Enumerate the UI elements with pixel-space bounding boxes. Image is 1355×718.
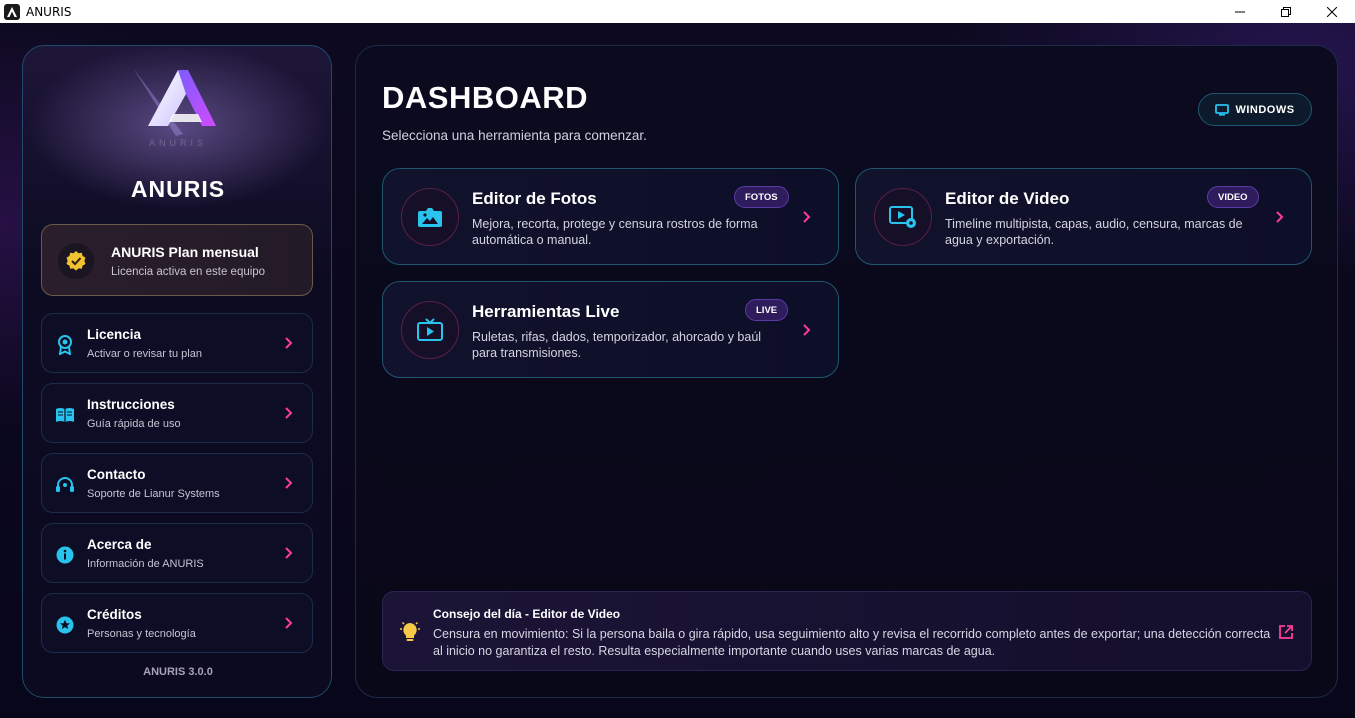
chevron-right-icon	[803, 324, 811, 336]
headset-icon	[55, 475, 75, 495]
live-tv-icon	[401, 301, 459, 359]
page-title: DASHBOARD	[382, 80, 588, 115]
maximize-button[interactable]	[1263, 0, 1309, 23]
book-icon	[55, 405, 75, 425]
info-icon	[55, 545, 75, 565]
anuris-logo: ANURIS	[128, 64, 228, 154]
plan-subtitle: Licencia activa en este equipo	[111, 266, 266, 278]
main-panel: DASHBOARD Selecciona una herramienta par…	[355, 45, 1338, 698]
plan-title: ANURIS Plan mensual	[111, 244, 259, 260]
image-icon	[401, 188, 459, 246]
platform-button[interactable]: WINDOWS	[1198, 93, 1312, 126]
sidebar-item-instrucciones[interactable]: Instrucciones Guía rápida de uso	[41, 383, 313, 443]
tip-title: Consejo del día - Editor de Video	[433, 607, 621, 621]
page-subtitle: Selecciona una herramienta para comenzar…	[382, 128, 647, 143]
brand-name: ANURIS	[130, 176, 226, 202]
monitor-icon	[1215, 103, 1230, 116]
version-label: ANURIS 3.0.0	[143, 666, 213, 678]
close-icon	[1327, 6, 1337, 17]
verified-badge-icon	[58, 243, 94, 279]
tag-badge: FOTOS	[734, 186, 789, 208]
card-editor-fotos[interactable]: Editor de Fotos FOTOS Mejora, recorta, p…	[382, 168, 839, 265]
sidebar-item-contacto[interactable]: Contacto Soporte de Lianur Systems	[41, 453, 313, 513]
video-settings-icon	[874, 188, 932, 246]
chevron-right-icon	[803, 211, 811, 223]
tag-badge: LIVE	[745, 299, 789, 321]
chevron-right-icon	[285, 337, 293, 349]
star-icon	[55, 615, 75, 635]
minimize-button[interactable]	[1217, 0, 1263, 23]
window-titlebar: ANURIS	[0, 0, 1355, 23]
plan-card[interactable]: ANURIS Plan mensual Licencia activa en e…	[41, 224, 313, 296]
minimize-icon	[1235, 11, 1245, 12]
chevron-right-icon	[285, 617, 293, 629]
chevron-right-icon	[285, 547, 293, 559]
sidebar: ANURIS ANURIS ANURIS Plan mensual Licenc…	[22, 45, 332, 698]
external-link-icon[interactable]	[1278, 624, 1294, 640]
lightbulb-icon	[400, 621, 420, 641]
card-editor-video[interactable]: Editor de Video VIDEO Timeline multipist…	[855, 168, 1312, 265]
chevron-right-icon	[1276, 211, 1284, 223]
restore-icon	[1281, 6, 1291, 17]
tag-badge: VIDEO	[1207, 186, 1259, 208]
chevron-right-icon	[285, 477, 293, 489]
close-button[interactable]	[1309, 0, 1355, 23]
window-title: ANURIS	[26, 4, 72, 19]
tip-of-the-day: Consejo del día - Editor de Video Censur…	[382, 591, 1312, 671]
sidebar-item-acerca-de[interactable]: Acerca de Información de ANURIS	[41, 523, 313, 583]
logo-caption: ANURIS	[148, 138, 207, 148]
sidebar-item-creditos[interactable]: Créditos Personas y tecnología	[41, 593, 313, 653]
chevron-right-icon	[285, 407, 293, 419]
award-icon	[55, 335, 75, 355]
app-logo-icon	[4, 3, 20, 20]
tip-body: Censura en movimiento: Si la persona bai…	[433, 627, 1271, 658]
sidebar-item-licencia[interactable]: Licencia Activar o revisar tu plan	[41, 313, 313, 373]
card-herramientas-live[interactable]: Herramientas Live LIVE Ruletas, rifas, d…	[382, 281, 839, 378]
